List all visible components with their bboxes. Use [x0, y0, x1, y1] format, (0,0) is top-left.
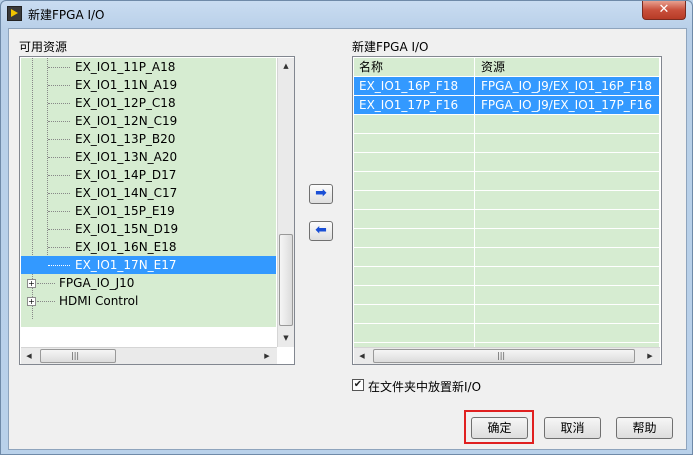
table-horizontal-scrollbar[interactable]: ◀ ||| ▶ [354, 347, 660, 364]
tree-item-label: EX_IO1_11N_A19 [75, 78, 178, 92]
tree-item-label: EX_IO1_15P_E19 [75, 204, 175, 218]
scroll-thumb-horizontal[interactable]: ||| [373, 349, 635, 363]
close-button[interactable]: ✕ [642, 1, 686, 20]
table-cell-resource[interactable]: FPGA_IO_J9/EX_IO1_16P_F18 [481, 77, 652, 95]
tree-item[interactable]: EX_IO1_13N_A20 [21, 148, 276, 166]
table-cell-resource[interactable]: FPGA_IO_J9/EX_IO1_17P_F16 [481, 96, 652, 114]
grid-line [354, 323, 659, 324]
tree-item[interactable]: EX_IO1_11P_A18 [21, 58, 276, 76]
title-bar[interactable]: 新建FPGA I/O ✕ [1, 1, 692, 27]
tree-vertical-scrollbar[interactable]: ▲ ▼ [277, 58, 294, 347]
add-to-new-io-button[interactable]: ➡ [309, 184, 333, 204]
grid-line [354, 95, 659, 96]
dialog-body: 可用资源 EX_IO1_11P_A18 EX_IO1_11N_A19 EX_IO1_… [8, 28, 687, 450]
tree-connector [48, 121, 70, 122]
dialog-window: 新建FPGA I/O ✕ 可用资源 EX_IO1_11P_A18 EX_IO1_1… [0, 0, 693, 455]
grid-line [354, 152, 659, 153]
tree-connector [48, 265, 70, 266]
scroll-right-icon[interactable]: ▶ [642, 348, 658, 364]
tree-connector [48, 85, 70, 86]
tree-connector [48, 211, 70, 212]
tree-connector [48, 229, 70, 230]
tree-item-label: EX_IO1_14N_C17 [75, 186, 178, 200]
tree-horizontal-scrollbar[interactable]: ◀ ||| ▶ [21, 347, 277, 364]
grid-line [354, 304, 659, 305]
remove-from-new-io-button[interactable]: ⬅ [309, 221, 333, 241]
table-cell-name[interactable]: EX_IO1_17P_F16 [359, 96, 458, 114]
scroll-thumb[interactable] [279, 234, 293, 326]
tree-group-label: FPGA_IO_J10 [59, 276, 135, 290]
new-fpga-io-table[interactable]: 名称 资源 EX_IO1_16P_F18 FPGA_IO_J9/EX_IO1_1… [352, 56, 662, 365]
tree-item[interactable]: EX_IO1_11N_A19 [21, 76, 276, 94]
tree-item[interactable]: EX_IO1_15P_E19 [21, 202, 276, 220]
tree-connector [48, 103, 70, 104]
tree-item[interactable]: EX_IO1_12N_C19 [21, 112, 276, 130]
tree-connector [37, 283, 55, 284]
grid-line [354, 228, 659, 229]
tree-item-label: EX_IO1_15N_D19 [75, 222, 179, 236]
tree-item-label: EX_IO1_12N_C19 [75, 114, 178, 128]
tree-item[interactable]: EX_IO1_14P_D17 [21, 166, 276, 184]
place-in-folder-checkbox[interactable]: ✔ [352, 379, 364, 391]
grid-line [354, 285, 659, 286]
tree-item-label: EX_IO1_14P_D17 [75, 168, 177, 182]
tree-item-label: EX_IO1_13P_B20 [75, 132, 176, 146]
table-content: 名称 资源 EX_IO1_16P_F18 FPGA_IO_J9/EX_IO1_1… [354, 58, 659, 347]
scroll-left-icon[interactable]: ◀ [21, 348, 37, 364]
grip-icon: ||| [497, 351, 506, 360]
tree-group[interactable]: + FPGA_IO_J10 [21, 274, 276, 292]
tree-connector [48, 67, 70, 68]
scroll-up-icon[interactable]: ▲ [278, 58, 294, 74]
grid-line [354, 342, 659, 343]
scroll-right-icon[interactable]: ▶ [259, 348, 275, 364]
tree-item[interactable]: EX_IO1_16N_E18 [21, 238, 276, 256]
tree-item-label: EX_IO1_12P_C18 [75, 96, 176, 110]
available-resources-label: 可用资源 [19, 40, 68, 54]
tree-item[interactable]: EX_IO1_17N_E17 [21, 256, 276, 274]
tree-item[interactable]: EX_IO1_15N_D19 [21, 220, 276, 238]
column-header-resource[interactable]: 资源 [475, 58, 659, 77]
tree-connector [48, 247, 70, 248]
scroll-down-icon[interactable]: ▼ [278, 330, 294, 346]
grid-line [354, 247, 659, 248]
tree-item-label: EX_IO1_11P_A18 [75, 60, 176, 74]
tree-connector [48, 139, 70, 140]
help-button[interactable]: 帮助 [616, 417, 673, 439]
tree-group-label: HDMI Control [59, 294, 139, 308]
grid-line [354, 133, 659, 134]
tree-item-label: EX_IO1_13N_A20 [75, 150, 178, 164]
column-header-name[interactable]: 名称 [354, 58, 479, 77]
available-resources-tree[interactable]: EX_IO1_11P_A18 EX_IO1_11N_A19 EX_IO1_12P_C… [19, 56, 295, 365]
tree-connector [48, 157, 70, 158]
tree-connector [37, 301, 55, 302]
tree-connector [48, 175, 70, 176]
grip-icon: ||| [71, 351, 80, 360]
tree-item[interactable]: EX_IO1_14N_C17 [21, 184, 276, 202]
grid-line [354, 209, 659, 210]
tree-connector [48, 193, 70, 194]
grid-line [354, 266, 659, 267]
grid-line [354, 114, 659, 115]
tree-item[interactable]: EX_IO1_12P_C18 [21, 94, 276, 112]
new-fpga-io-label: 新建FPGA I/O [352, 40, 429, 54]
grid-line [354, 76, 659, 77]
cancel-button[interactable]: 取消 [544, 417, 601, 439]
tree-item[interactable]: EX_IO1_13P_B20 [21, 130, 276, 148]
grid-line [354, 171, 659, 172]
window-title: 新建FPGA I/O [28, 8, 105, 22]
labview-app-icon [7, 6, 22, 21]
ok-button[interactable]: 确定 [471, 417, 528, 439]
scroll-thumb-horizontal[interactable]: ||| [40, 349, 116, 363]
expand-icon[interactable]: + [27, 297, 36, 306]
tree-item-label: EX_IO1_16N_E18 [75, 240, 177, 254]
tree-group[interactable]: + HDMI Control [21, 292, 276, 310]
grid-line [354, 190, 659, 191]
tree-item-label: EX_IO1_17N_E17 [75, 258, 177, 272]
expand-icon[interactable]: + [27, 279, 36, 288]
scroll-left-icon[interactable]: ◀ [354, 348, 370, 364]
table-cell-name[interactable]: EX_IO1_16P_F18 [359, 77, 458, 95]
tree-content: EX_IO1_11P_A18 EX_IO1_11N_A19 EX_IO1_12P_C… [21, 58, 276, 327]
place-in-folder-label[interactable]: 在文件夹中放置新I/O [368, 378, 481, 395]
